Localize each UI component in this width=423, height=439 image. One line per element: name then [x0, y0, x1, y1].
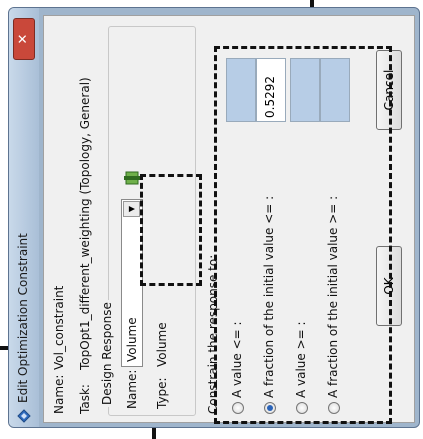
- response-type-value: Volume: [155, 322, 169, 367]
- design-response-title: Design Response: [100, 300, 114, 407]
- chevron-down-icon[interactable]: ▼: [123, 201, 140, 217]
- task-label: Task:: [78, 384, 92, 414]
- title-bar[interactable]: Edit Optimization Constraint ✕: [9, 8, 39, 427]
- edit-pencil-icon[interactable]: [123, 169, 141, 187]
- rotated-dialog-content: Edit Optimization Constraint ✕ Name: Vol…: [9, 8, 419, 427]
- response-name-value: Volume: [125, 317, 139, 362]
- task-value: TopOpt1_different_weighting (Topology, G…: [78, 77, 92, 370]
- dialog-client: Name: Vol_constraint Task: TopOpt1_diffe…: [43, 15, 415, 424]
- window-title: Edit Optimization Constraint: [16, 233, 30, 403]
- response-type-label: Type:: [155, 377, 169, 409]
- annotation-box-constraint: [214, 46, 392, 424]
- response-name-label: Name:: [125, 369, 139, 409]
- close-button[interactable]: ✕: [13, 18, 35, 60]
- annotation-box-design-response: [140, 174, 202, 286]
- dialog-window: Edit Optimization Constraint ✕ Name: Vol…: [8, 7, 420, 428]
- name-value: Vol_constraint: [52, 285, 66, 370]
- name-label: Name:: [52, 374, 66, 414]
- app-icon: [17, 409, 31, 423]
